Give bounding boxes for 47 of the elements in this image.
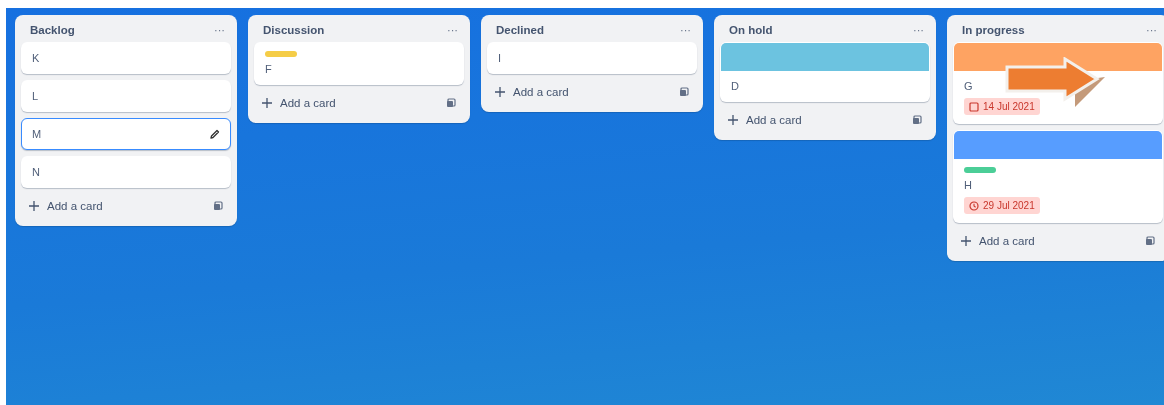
add-card-button[interactable]: Add a card bbox=[25, 196, 107, 216]
card[interactable]: L bbox=[21, 80, 231, 112]
card-title: G bbox=[964, 79, 973, 93]
due-date-badge: 14 Jul 2021 bbox=[964, 98, 1040, 115]
template-button[interactable] bbox=[211, 199, 225, 213]
card[interactable]: I bbox=[487, 42, 697, 74]
card[interactable]: M bbox=[21, 118, 231, 150]
card-title: K bbox=[32, 51, 40, 65]
card[interactable]: D bbox=[720, 42, 930, 102]
more-menu-button[interactable]: ··· bbox=[445, 24, 460, 36]
card-title: H bbox=[964, 178, 972, 192]
card-title: N bbox=[32, 165, 40, 179]
card-title: D bbox=[731, 79, 739, 93]
plus-icon bbox=[961, 236, 971, 246]
clock-icon bbox=[969, 200, 979, 211]
more-menu-button[interactable]: ··· bbox=[212, 24, 227, 36]
more-menu-button[interactable]: ··· bbox=[911, 24, 926, 36]
card-title: M bbox=[32, 127, 42, 141]
add-card-button[interactable]: Add a card bbox=[724, 110, 806, 130]
card-title: L bbox=[32, 89, 39, 103]
checkbox-icon bbox=[969, 101, 979, 112]
due-date-badge: 29 Jul 2021 bbox=[964, 197, 1040, 214]
list-title: Declined bbox=[496, 24, 544, 36]
template-button[interactable] bbox=[910, 113, 924, 127]
add-card-button[interactable]: Add a card bbox=[258, 93, 340, 113]
card-title: F bbox=[265, 62, 272, 76]
list-title: Discussion bbox=[263, 24, 325, 36]
plus-icon bbox=[728, 115, 738, 125]
card-title: I bbox=[498, 51, 502, 65]
card[interactable]: N bbox=[21, 156, 231, 188]
list-title: Backlog bbox=[30, 24, 75, 36]
add-card-button[interactable]: Add a card bbox=[491, 82, 573, 102]
plus-icon bbox=[495, 87, 505, 97]
add-card-button[interactable]: Add a card bbox=[957, 231, 1039, 251]
card[interactable]: F bbox=[254, 42, 464, 85]
template-button[interactable] bbox=[1143, 234, 1157, 248]
list-title: In progress bbox=[962, 24, 1025, 36]
more-menu-button[interactable]: ··· bbox=[678, 24, 693, 36]
pencil-icon bbox=[209, 128, 220, 140]
plus-icon bbox=[262, 98, 272, 108]
template-button[interactable] bbox=[444, 96, 458, 110]
list-title: On hold bbox=[729, 24, 773, 36]
card[interactable]: H 29 Jul 2021 bbox=[953, 130, 1163, 223]
plus-icon bbox=[29, 201, 39, 211]
more-menu-button[interactable]: ··· bbox=[1144, 24, 1159, 36]
template-button[interactable] bbox=[677, 85, 691, 99]
card[interactable]: K bbox=[21, 42, 231, 74]
